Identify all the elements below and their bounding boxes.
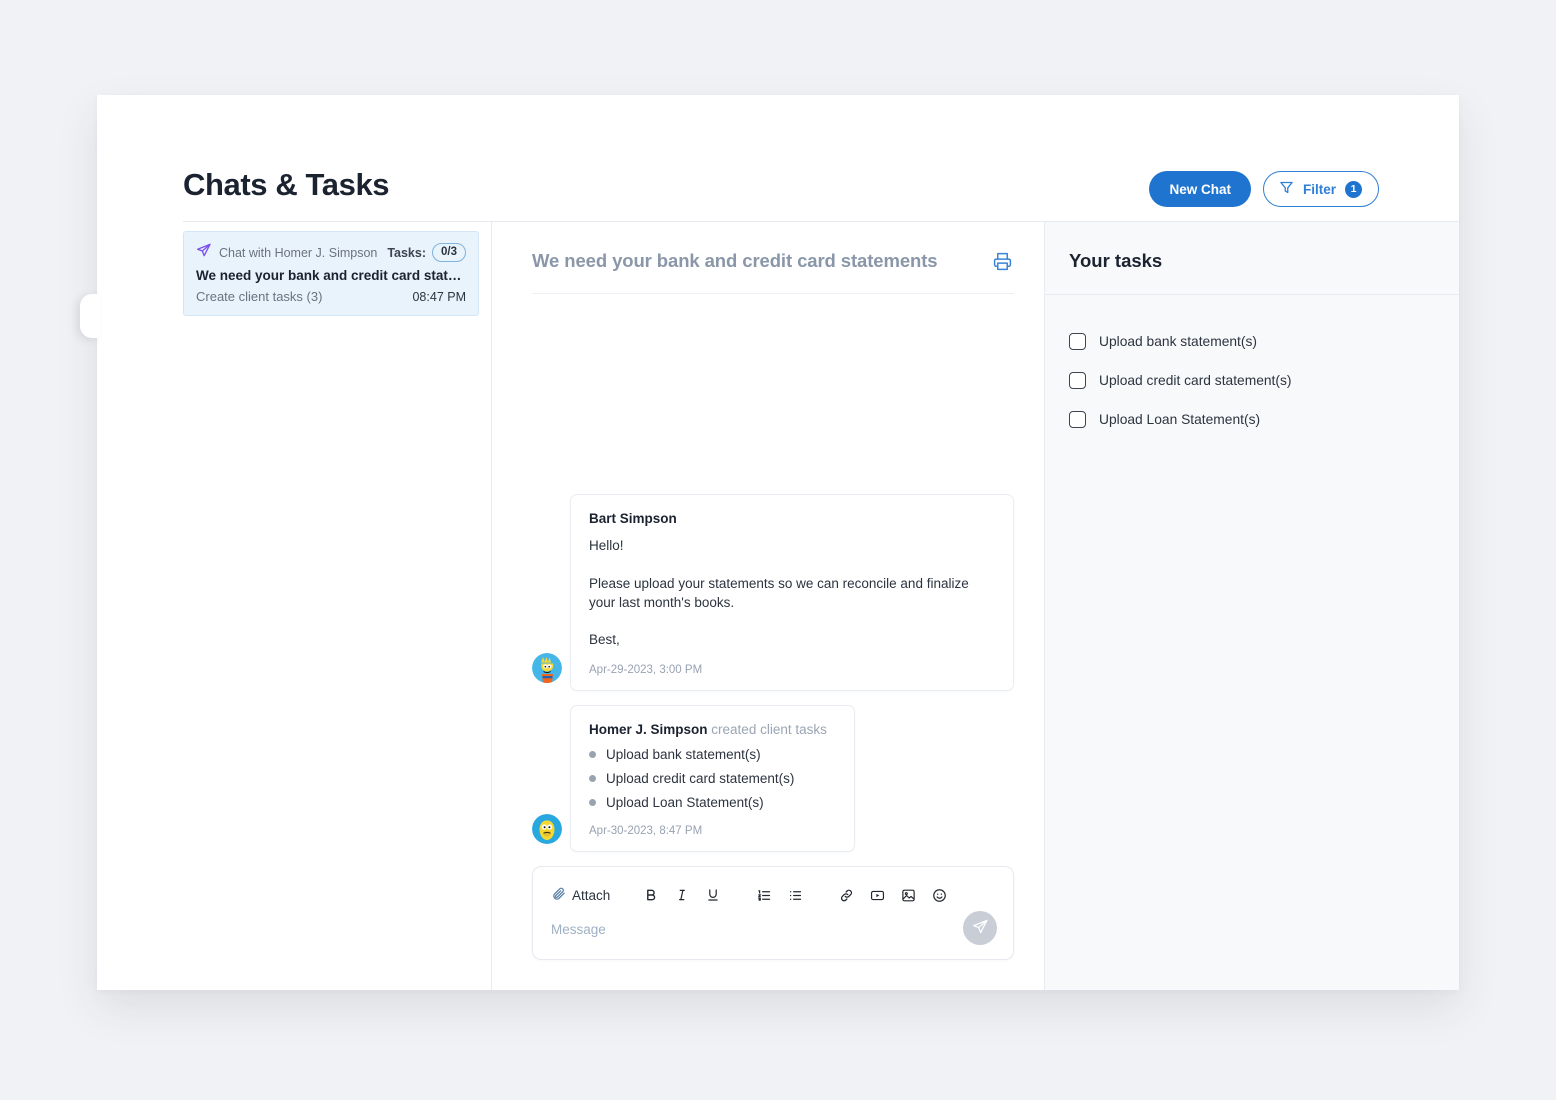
message-row: Bart Simpson Hello! Please upload your s… <box>532 494 1014 691</box>
task-list-item[interactable]: Upload Loan Statement(s) <box>1069 411 1435 428</box>
attach-button[interactable]: Attach <box>551 886 610 904</box>
composer-wrapper: Attach Message <box>492 866 1044 990</box>
message-timestamp: Apr-29-2023, 3:00 PM <box>589 664 703 676</box>
bold-button[interactable] <box>639 884 663 906</box>
tasks-panel: Your tasks Upload bank statement(s) Uplo… <box>1045 222 1459 990</box>
task-label: Upload credit card statement(s) <box>1099 373 1292 388</box>
bullet-icon <box>589 751 596 758</box>
message-row: Homer J. Simpson created client tasks Up… <box>532 705 1014 852</box>
message-list: Bart Simpson Hello! Please upload your s… <box>492 294 1044 866</box>
chat-item-participant: Chat with Homer J. Simpson <box>219 245 378 260</box>
filter-button[interactable]: Filter 1 <box>1262 171 1379 207</box>
page-header: Chats & Tasks New Chat Filter 1 <box>97 95 1459 221</box>
chat-item-time: 08:47 PM <box>412 289 466 304</box>
task-label: Upload bank statement(s) <box>1099 334 1257 349</box>
app-body: Chat with Homer J. Simpson Tasks: 0/3 We… <box>80 222 1459 990</box>
message-line-2: Please upload your statements so we can … <box>589 575 969 610</box>
task-list-item[interactable]: Upload bank statement(s) <box>1069 333 1435 350</box>
message-author-name: Homer J. Simpson <box>589 722 708 737</box>
chat-item-top-row: Chat with Homer J. Simpson Tasks: 0/3 <box>196 242 466 263</box>
sidebar-collapse-handle[interactable] <box>80 294 100 338</box>
task-label: Upload Loan Statement(s) <box>1099 412 1261 427</box>
chat-list-panel: Chat with Homer J. Simpson Tasks: 0/3 We… <box>80 222 492 990</box>
thread-header: We need your bank and credit card statem… <box>492 222 1044 273</box>
thread-panel: We need your bank and credit card statem… <box>492 222 1045 990</box>
message-bubble: Homer J. Simpson created client tasks Up… <box>570 705 855 852</box>
chat-item-preview: Create client tasks (3) <box>196 289 323 304</box>
message-task-label: Upload Loan Statement(s) <box>606 795 764 810</box>
page-title: Chats & Tasks <box>183 167 390 202</box>
filter-count-badge: 1 <box>1345 180 1362 198</box>
bullet-icon <box>589 775 596 782</box>
avatar <box>532 814 562 844</box>
message-task-label: Upload credit card statement(s) <box>606 771 795 786</box>
message-task-item: Upload credit card statement(s) <box>589 771 834 786</box>
message-task-item: Upload bank statement(s) <box>589 747 834 762</box>
message-input[interactable]: Message <box>551 922 995 937</box>
message-author: Homer J. Simpson created client tasks <box>589 722 834 737</box>
chat-item-identity: Chat with Homer J. Simpson <box>196 242 377 263</box>
filter-label: Filter <box>1302 181 1336 197</box>
send-icon <box>972 918 989 938</box>
message-line-3: Best, <box>589 631 620 647</box>
new-chat-button[interactable]: New Chat <box>1149 171 1251 207</box>
underline-button[interactable] <box>701 884 725 906</box>
ordered-list-button[interactable] <box>752 884 776 906</box>
paper-plane-icon <box>196 242 212 263</box>
message-timestamp: Apr-30-2023, 8:47 PM <box>589 825 703 837</box>
message-author: Bart Simpson <box>589 511 677 527</box>
composer-toolbar: Attach <box>551 884 995 906</box>
header-actions: New Chat Filter 1 <box>1149 171 1379 207</box>
tasks-panel-header: Your tasks <box>1045 222 1459 295</box>
italic-button[interactable] <box>670 884 694 906</box>
chat-item-tasks-label: Tasks: <box>387 245 426 260</box>
paperclip-icon <box>551 886 566 904</box>
tasks-panel-body: Upload bank statement(s) Upload credit c… <box>1045 295 1459 428</box>
chat-item-tasks: Tasks: 0/3 <box>387 242 466 263</box>
video-button[interactable] <box>865 884 889 906</box>
app-page: Chats & Tasks New Chat Filter 1 Chat wit… <box>0 0 1556 1100</box>
bullet-list-button[interactable] <box>783 884 807 906</box>
filter-icon <box>1279 180 1294 198</box>
message-bubble: Bart Simpson Hello! Please upload your s… <box>570 494 1014 691</box>
printer-icon <box>993 252 1012 274</box>
chat-item-subject: We need your bank and credit card statem… <box>196 268 466 283</box>
message-composer: Attach Message <box>532 866 1014 960</box>
task-list-item[interactable]: Upload credit card statement(s) <box>1069 372 1435 389</box>
avatar <box>532 653 562 683</box>
task-checkbox[interactable] <box>1069 411 1086 428</box>
thread-title: We need your bank and credit card statem… <box>532 250 938 271</box>
print-button[interactable] <box>991 250 1014 273</box>
chat-list-item[interactable]: Chat with Homer J. Simpson Tasks: 0/3 We… <box>183 231 479 316</box>
send-button[interactable] <box>963 911 997 945</box>
chat-item-bottom-row: Create client tasks (3) 08:47 PM <box>196 289 466 304</box>
message-action: created client tasks <box>711 722 827 737</box>
link-button[interactable] <box>834 884 858 906</box>
message-task-item: Upload Loan Statement(s) <box>589 795 834 810</box>
bullet-icon <box>589 799 596 806</box>
attach-label: Attach <box>572 887 611 903</box>
chat-item-tasks-badge: 0/3 <box>432 242 466 263</box>
task-checkbox[interactable] <box>1069 333 1086 350</box>
emoji-button[interactable] <box>927 884 951 906</box>
message-task-label: Upload bank statement(s) <box>606 747 761 762</box>
task-checkbox[interactable] <box>1069 372 1086 389</box>
main-card: Chats & Tasks New Chat Filter 1 Chat wit… <box>80 95 1459 990</box>
message-line-1: Hello! <box>589 538 624 554</box>
image-button[interactable] <box>896 884 920 906</box>
tasks-panel-title: Your tasks <box>1069 250 1163 271</box>
